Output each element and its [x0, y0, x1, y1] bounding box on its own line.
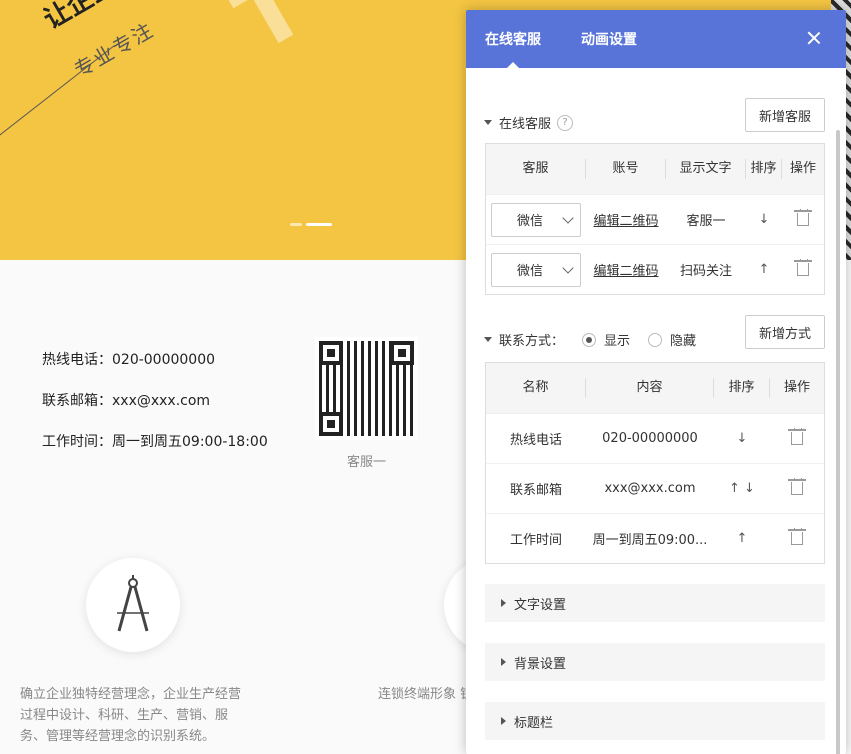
caret-right-icon [501, 717, 506, 725]
sort-arrow-icon[interactable]: ↑ [759, 262, 770, 277]
caret-right-icon [501, 658, 506, 666]
table-row: 微信 编辑二维码 客服一 ↓ [486, 194, 824, 244]
settings-panel: 在线客服 动画设置 在线客服 ? 新增客服 客服 账号 显示文字 排序 操作 微… [466, 10, 846, 754]
trash-icon[interactable] [794, 209, 812, 226]
close-icon[interactable] [806, 30, 822, 46]
header-cell: 名称 [486, 378, 586, 398]
caret-down-icon [484, 337, 492, 342]
contact-info: 热线电话：020-00000000 联系邮箱：xxx@xxx.com 工作时间：… [42, 350, 268, 473]
section-online-service[interactable]: 在线客服 ? [484, 113, 574, 132]
header-cell: 排序 [714, 378, 770, 398]
caret-down-icon [484, 120, 492, 125]
hero-decoration: T [217, 0, 324, 74]
display-text: 扫码关注 [679, 264, 732, 279]
section-title-bar[interactable]: 标题栏 [485, 702, 825, 740]
display-text: 客服一 [686, 214, 726, 229]
table-header: 名称 内容 排序 操作 [486, 363, 824, 413]
contact-name: 联系邮箱 [509, 483, 562, 498]
table-row: 联系邮箱 xxx@xxx.com ↑ ↓ [486, 463, 824, 513]
sort-arrow-icon[interactable]: ↑ [737, 531, 748, 546]
carousel-dots[interactable] [290, 223, 332, 226]
edit-qr-link[interactable]: 编辑二维码 [593, 214, 658, 229]
sort-arrow-icon[interactable]: ↓ [759, 212, 770, 227]
section-title: 联系方式： [499, 334, 565, 349]
email-text: 联系邮箱：xxx@xxx.com [42, 393, 211, 409]
contact-content: 020-00000000 [602, 431, 698, 446]
hero-title: 让企业 [39, 0, 122, 36]
section-background-settings[interactable]: 背景设置 [485, 643, 825, 681]
radio-show[interactable]: 显示 [582, 330, 630, 349]
add-service-button[interactable]: 新增客服 [745, 98, 825, 132]
header-cell: 客服 [486, 159, 586, 179]
radio-hide[interactable]: 隐藏 [648, 330, 696, 349]
compass-icon [117, 575, 149, 632]
contact-name: 工作时间 [509, 533, 562, 548]
header-cell: 显示文字 [666, 159, 746, 179]
hero-subtitle: 专业专注 [70, 17, 159, 83]
sort-arrow-icon[interactable]: ↑ ↓ [729, 481, 755, 496]
scrollbar[interactable] [836, 130, 840, 754]
radio-checked-icon [582, 332, 597, 347]
add-contact-button[interactable]: 新增方式 [745, 315, 825, 349]
table-row: 热线电话 020-00000000 ↓ [486, 413, 824, 463]
sort-arrow-icon[interactable]: ↓ [737, 431, 748, 446]
feature-circle [86, 558, 180, 652]
panel-body: 在线客服 ? 新增客服 客服 账号 显示文字 排序 操作 微信 编辑二维码 客服… [466, 68, 846, 754]
trash-icon[interactable] [788, 428, 806, 445]
tab-animation-settings[interactable]: 动画设置 [581, 29, 637, 49]
contact-table: 名称 内容 排序 操作 热线电话 020-00000000 ↓ 联系邮箱 xxx… [485, 362, 825, 564]
table-row: 微信 编辑二维码 扫码关注 ↑ [486, 244, 824, 294]
trash-icon[interactable] [788, 528, 806, 545]
table-row: 工作时间 周一到周五09:00... ↑ [486, 513, 824, 563]
header-cell: 账号 [586, 159, 666, 179]
edit-qr-link[interactable]: 编辑二维码 [593, 264, 658, 279]
section-label: 背景设置 [514, 656, 567, 672]
section-label: 文字设置 [514, 597, 567, 613]
help-icon[interactable]: ? [557, 114, 574, 131]
header-cell: 内容 [586, 378, 714, 398]
section-text-settings[interactable]: 文字设置 [485, 584, 825, 622]
contact-name: 热线电话 [509, 433, 562, 448]
qr-code [315, 337, 418, 440]
section-title: 在线客服 [499, 117, 552, 132]
radio-label: 隐藏 [670, 334, 697, 349]
header-cell: 操作 [783, 380, 810, 395]
panel-header: 在线客服 动画设置 [466, 10, 846, 68]
trash-icon[interactable] [788, 478, 806, 495]
hours-text: 工作时间：周一到周五09:00-18:00 [42, 434, 268, 450]
service-type-select[interactable]: 微信 [491, 202, 581, 237]
contact-content: 周一到周五09:00... [592, 533, 708, 548]
select-value: 微信 [517, 214, 544, 229]
tab-online-service[interactable]: 在线客服 [485, 29, 541, 68]
chevron-down-icon [562, 211, 574, 224]
table-header: 客服 账号 显示文字 排序 操作 [486, 144, 824, 194]
feature-text-2: 连锁终端形象 锁加盟性质的 设计与 [378, 687, 478, 702]
select-value: 微信 [517, 264, 544, 279]
section-contact[interactable]: 联系方式： 显示 隐藏 [484, 330, 696, 349]
service-table: 客服 账号 显示文字 排序 操作 微信 编辑二维码 客服一 ↓ 微信 编辑二维码… [485, 143, 825, 295]
header-cell: 排序 [746, 159, 782, 179]
radio-unchecked-icon [648, 332, 663, 347]
caret-right-icon [501, 599, 506, 607]
chevron-down-icon [562, 261, 574, 274]
section-label: 标题栏 [514, 715, 554, 731]
trash-icon[interactable] [794, 259, 812, 276]
radio-label: 显示 [604, 334, 631, 349]
service-type-select[interactable]: 微信 [491, 252, 581, 287]
hotline-text: 热线电话：020-00000000 [42, 352, 216, 368]
contact-content: xxx@xxx.com [604, 481, 696, 496]
header-cell: 操作 [789, 161, 816, 176]
qr-label: 客服一 [346, 455, 386, 470]
feature-text: 确立企业独特经营理念，企业生产经营过程中设计、科研、生产、营销、服务、管理等经营… [20, 687, 242, 744]
